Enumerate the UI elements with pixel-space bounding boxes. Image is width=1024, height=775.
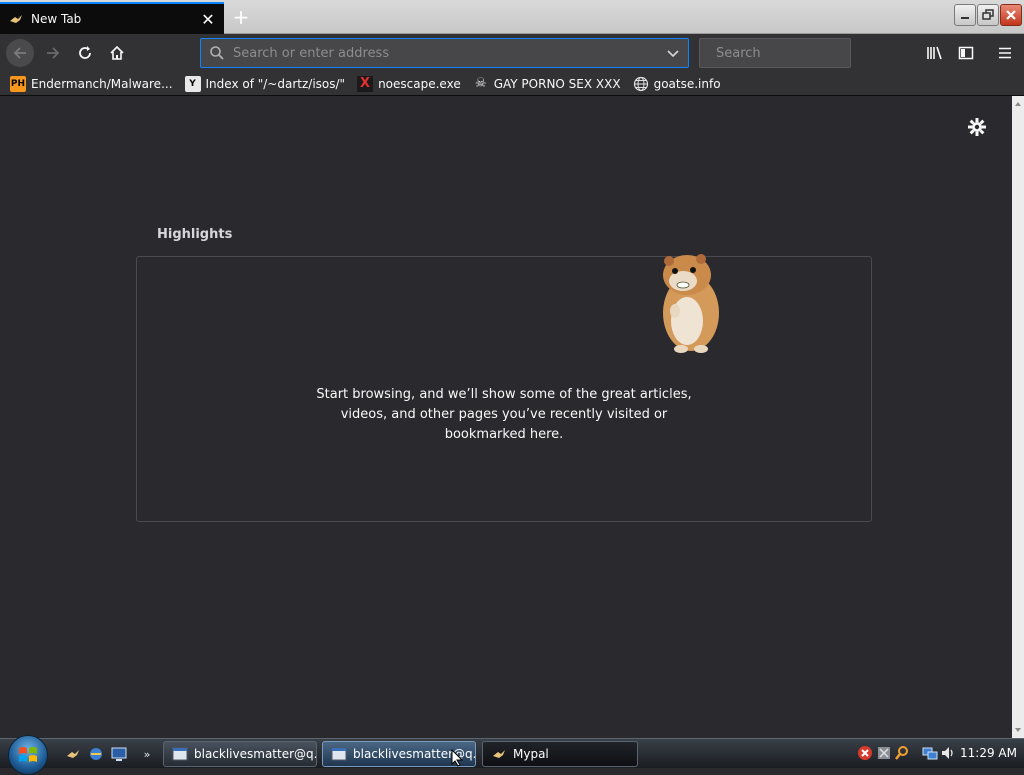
system-clock[interactable]: 11:29 AM (960, 746, 1017, 760)
message-line: bookmarked here. (444, 427, 564, 442)
reload-icon (79, 46, 91, 59)
scroll-up-arrow-icon[interactable] (1012, 98, 1024, 110)
search-input[interactable] (716, 45, 886, 61)
taskbar-button[interactable]: Mypal (482, 741, 638, 767)
window-app-icon (331, 747, 347, 761)
ycombinator-icon: Y (184, 75, 201, 92)
vertical-scrollbar[interactable] (1012, 96, 1024, 738)
bookmark-item[interactable]: X noescape.exe (357, 73, 461, 95)
bookmark-item[interactable]: goatse.info (633, 73, 721, 95)
message-line: videos, and other pages you’ve recently … (340, 407, 668, 422)
close-window-button[interactable] (1000, 4, 1022, 26)
minimize-button[interactable] (954, 4, 976, 26)
bookmark-label: noescape.exe (378, 76, 461, 91)
scroll-down-arrow-icon[interactable] (1012, 724, 1024, 736)
library-icon (927, 46, 942, 60)
volume-icon[interactable] (940, 745, 956, 761)
menu-button[interactable] (991, 39, 1019, 67)
new-tab-page: Highlights Start browsing, and we’ll sho… (0, 96, 1012, 738)
home-button[interactable] (103, 39, 131, 67)
sidebar-icon (958, 46, 974, 60)
reload-button[interactable] (71, 39, 99, 67)
close-icon (1006, 10, 1016, 20)
chevron-down-icon[interactable] (666, 46, 680, 60)
window-app-icon (172, 747, 188, 761)
forward-button[interactable] (39, 39, 67, 67)
dancing-hamster-icon (663, 254, 719, 353)
bookmarks-toolbar: PH Endermanch/Malware... Y Index of "/~d… (0, 72, 1024, 96)
bookmark-label: Endermanch/Malware... (31, 76, 173, 91)
skull-icon: ☠ (474, 76, 487, 91)
address-bar[interactable] (200, 38, 689, 68)
bookmark-label: goatse.info (653, 76, 721, 91)
search-icon[interactable] (894, 745, 910, 761)
highlights-heading: Highlights (157, 227, 233, 242)
show-desktop-icon[interactable] (110, 745, 128, 763)
mypal-bird-icon (493, 750, 505, 758)
tab-new-tab[interactable]: New Tab ✕ (0, 2, 224, 34)
taskbar-button-label: blacklivesmatter@q... (194, 747, 317, 761)
mouse-cursor-icon (451, 749, 463, 767)
highlights-section: Start browsing, and we’ll show some of t… (136, 254, 872, 522)
bookmark-item[interactable]: ☠ GAY PORNO SEX XXX (473, 73, 621, 95)
sidebar-toggle-button[interactable] (952, 39, 980, 67)
message-line: Start browsing, and we’ll show some of t… (316, 387, 692, 402)
tab-title: New Tab (31, 12, 82, 26)
bookmark-item[interactable]: PH Endermanch/Malware... (10, 73, 173, 95)
gear-icon[interactable] (966, 116, 988, 138)
network-icon[interactable] (922, 745, 938, 761)
search-icon (210, 46, 224, 60)
arrow-right-icon (47, 47, 60, 59)
highlights-empty-message: Start browsing, and we’ll show some of t… (137, 385, 871, 445)
security-alert-icon[interactable] (857, 745, 873, 761)
restore-icon (982, 9, 994, 20)
minimize-icon (961, 17, 969, 19)
mypal-bird-icon (10, 15, 22, 23)
navigation-toolbar (0, 34, 1024, 72)
library-button[interactable] (921, 39, 949, 67)
hamburger-menu-icon (999, 47, 1011, 59)
restore-button[interactable] (977, 4, 999, 26)
ie-quicklaunch-icon[interactable] (87, 745, 105, 763)
arrow-left-icon (13, 47, 26, 59)
windows-logo-icon (19, 747, 37, 762)
tray-app-icon[interactable] (876, 745, 892, 761)
taskbar-button[interactable]: blacklivesmatter@q... (163, 741, 317, 767)
bookmark-label: Index of "/~dartz/isos/" (205, 76, 346, 91)
globe-icon (633, 76, 648, 91)
bookmark-item[interactable]: Y Index of "/~dartz/isos/" (184, 73, 346, 95)
taskbar-button-label: Mypal (513, 747, 549, 761)
address-input[interactable] (233, 45, 666, 61)
title-bar: New Tab ✕ + (0, 0, 1024, 34)
bookmark-label: GAY PORNO SEX XXX (493, 76, 621, 91)
back-button[interactable] (6, 39, 34, 67)
home-icon (110, 45, 124, 60)
ph-icon: PH (10, 75, 26, 92)
start-button[interactable] (8, 735, 48, 775)
window-controls (954, 4, 1022, 26)
x-red-icon: X (357, 75, 374, 92)
search-bar[interactable] (699, 38, 886, 68)
mypal-quicklaunch-icon[interactable] (64, 745, 82, 763)
chevron-right-icon[interactable]: » (140, 745, 154, 763)
taskbar: » blacklivesmatter@q... blacklivesmatter… (0, 735, 1024, 775)
new-tab-button[interactable]: + (230, 5, 252, 29)
tab-close-icon[interactable]: ✕ (198, 9, 218, 29)
